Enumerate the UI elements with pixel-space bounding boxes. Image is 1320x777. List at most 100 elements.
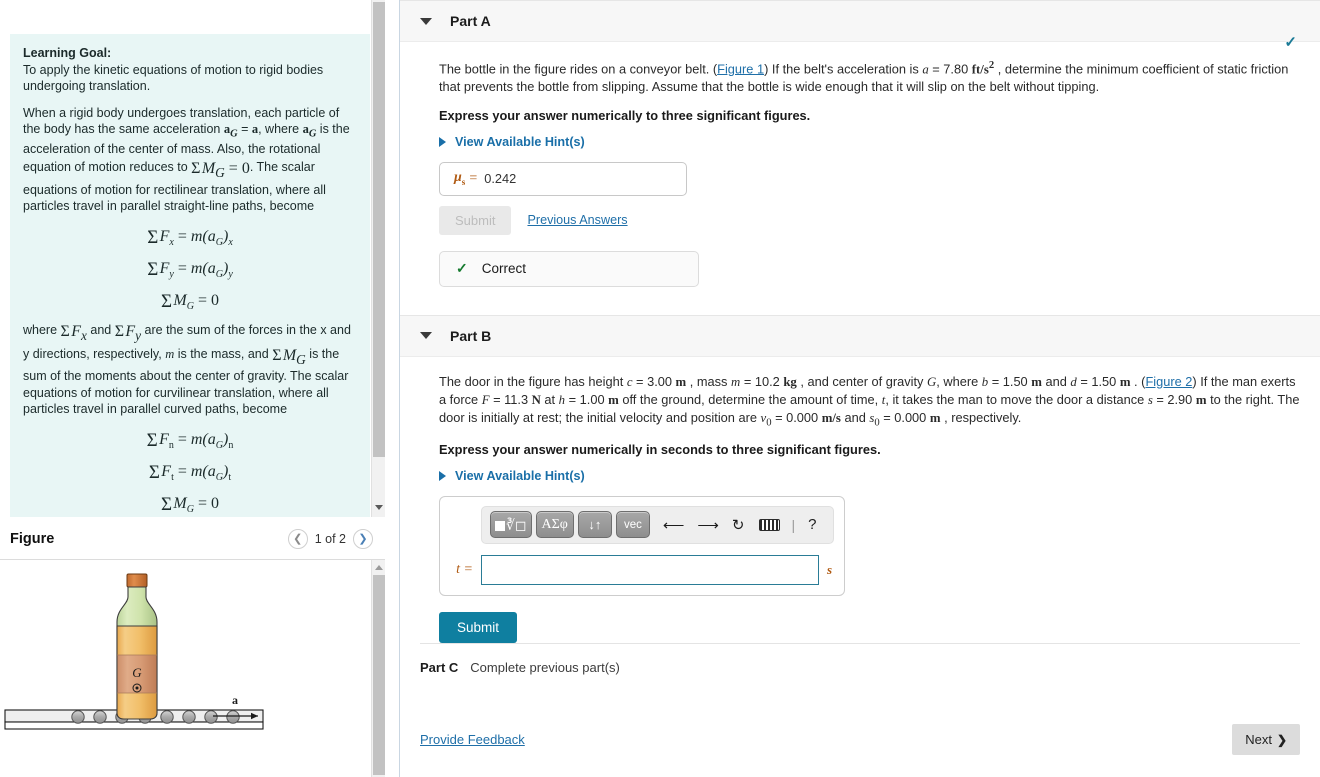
part-a-question: The bottle in the figure rides on a conv…	[439, 58, 1300, 97]
pb-22: , respectively.	[940, 409, 1022, 425]
p1-c: , where	[258, 122, 303, 136]
part-b-question: The door in the figure has height c = 3.…	[439, 373, 1300, 431]
arrows-button[interactable]: ↓↑	[577, 511, 612, 539]
part-c-row: Part C Complete previous part(s)	[420, 642, 1300, 675]
part-c-status-text: Complete previous part(s)	[470, 659, 620, 675]
pb-G: G	[927, 374, 937, 389]
intro-scroll-region: Learning Goal: To apply the kinetic equa…	[0, 0, 385, 517]
part-a-header[interactable]: Part A ✓	[400, 0, 1320, 51]
p2-d: is the mass, and	[174, 346, 273, 361]
pb-3: , mass	[686, 373, 732, 389]
figure-scroll-up-arrow-icon[interactable]	[375, 565, 383, 570]
pa-units: ft/s	[971, 62, 989, 77]
sum-Fx-inline: Σ Fx	[60, 322, 87, 343]
pa-q2: ) If the belt's acceleration is	[764, 61, 923, 77]
intro-paragraph-1: When a rigid body undergoes translation,…	[23, 105, 357, 215]
part-b-body: The door in the figure has height c = 3.…	[400, 357, 1320, 643]
pb-21: = 0.000	[879, 409, 930, 425]
p2-b: and	[86, 322, 115, 337]
part-a-answer-value: 0.242	[484, 171, 517, 187]
scroll-down-arrow-icon[interactable]	[375, 505, 383, 510]
figure-2-link[interactable]: Figure 2	[1145, 374, 1192, 389]
pb-12: = 11.3	[489, 391, 532, 407]
figure-label-a: a	[232, 693, 238, 707]
part-b-submit-button[interactable]: Submit	[439, 611, 518, 643]
part-a-label: Part A	[450, 13, 491, 29]
mu-symbol: μs	[454, 170, 466, 187]
greek-letters-button[interactable]: ΑΣφ	[535, 511, 574, 539]
previous-answers-link[interactable]: Previous Answers	[527, 213, 627, 227]
next-button[interactable]: Next ❯	[1232, 724, 1300, 755]
pb-15: off the ground, determine the amount of …	[618, 391, 882, 407]
pb-m1: m	[675, 374, 687, 389]
part-a-hints-toggle[interactable]: View Available Hint(s)	[439, 135, 1300, 149]
part-a-submit-row: Submit Previous Answers	[439, 205, 1300, 235]
figure-nav: ❮ 1 of 2 ❯	[287, 529, 373, 549]
intro-scrollbar-thumb[interactable]	[373, 2, 385, 457]
keyboard-icon[interactable]	[758, 518, 780, 531]
pb-17: = 2.90	[1152, 391, 1196, 407]
vector-button[interactable]: vec	[615, 511, 650, 539]
figure-prev-button[interactable]: ❮	[287, 529, 308, 549]
equation-sum-Fx: Σ Fx = m(aG)x	[147, 226, 233, 248]
pb-F: F	[481, 392, 490, 407]
pb-14: = 1.00	[565, 391, 609, 407]
p2-a: where	[23, 322, 61, 337]
caret-down-icon[interactable]	[420, 17, 432, 25]
part-b-answer-widget: ∛◻ ΑΣφ ↓↑ vec ⟵ ⟶ ↻ | ? t = s	[439, 495, 845, 596]
pb-13: at	[540, 391, 559, 407]
caret-down-icon[interactable]	[420, 332, 432, 340]
part-a-answer-field[interactable]: μs = 0.242	[439, 161, 687, 196]
pb-16: , it takes the man to move the door a di…	[885, 391, 1148, 407]
part-b-hints-toggle[interactable]: View Available Hint(s)	[439, 469, 1300, 483]
pb-9: = 1.50	[1076, 373, 1120, 389]
redo-arrow-icon[interactable]: ⟶	[697, 516, 719, 534]
provide-feedback-link[interactable]: Provide Feedback	[420, 732, 525, 747]
figure-next-button[interactable]: ❯	[353, 529, 373, 549]
pb-2: = 3.00	[632, 373, 676, 389]
part-b-label: Part B	[450, 327, 492, 344]
toolbar-separator: |	[791, 516, 796, 533]
figure-1-link[interactable]: Figure 1	[717, 61, 764, 76]
check-icon: ✓	[1284, 34, 1297, 51]
left-panel: Learning Goal: To apply the kinetic equa…	[0, 0, 385, 777]
learning-goal-block: Learning Goal: To apply the kinetic equa…	[23, 45, 357, 95]
part-a-instruction: Express your answer numerically to three…	[439, 107, 811, 123]
equation-sum-MG-1: Σ MG = 0	[161, 290, 219, 312]
figure-counter: 1 of 2	[314, 532, 346, 546]
part-a-submit-button: Submit	[439, 205, 512, 235]
chevron-right-icon: ❯	[1276, 732, 1287, 747]
reset-circle-icon[interactable]: ↻	[732, 516, 745, 534]
pb-m3: m	[1119, 374, 1131, 389]
a-sub-G-bold-2: aG	[302, 122, 317, 140]
figure-scrollbar[interactable]	[371, 560, 385, 777]
part-a-body: The bottle in the figure rides on a conv…	[400, 42, 1320, 287]
figure-body: G a	[0, 559, 385, 777]
pa-q3: = 7.80	[928, 61, 972, 77]
bottle-graphic: G	[116, 573, 158, 720]
undo-arrow-icon[interactable]: ⟵	[663, 516, 685, 534]
pb-m2: m	[1031, 374, 1042, 389]
pb-5: , and center of gravity	[796, 373, 927, 389]
figure-label-G: G	[132, 665, 142, 680]
part-b-hints-label: View Available Hint(s)	[455, 468, 585, 483]
sum-MG-inline: Σ MG = 0	[191, 159, 250, 180]
equation-sum-MG-2: Σ MG = 0	[161, 493, 219, 516]
part-b-answer-input[interactable]	[481, 554, 819, 585]
learning-goal-text: To apply the kinetic equations of motion…	[23, 62, 324, 94]
right-panel: Part A ✓ The bottle in the figure rides …	[400, 0, 1320, 777]
intro-paragraph-2: where Σ Fx and Σ Fy are the sum of the f…	[23, 321, 357, 418]
learning-goal-box: Learning Goal: To apply the kinetic equa…	[10, 34, 370, 517]
square-root-template-icon[interactable]: ∛◻	[490, 511, 532, 539]
pb-10: . (	[1130, 373, 1146, 389]
help-icon[interactable]: ?	[808, 516, 816, 533]
part-b-header[interactable]: Part B	[400, 314, 1320, 357]
intro-scrollbar[interactable]	[371, 0, 385, 517]
part-b-instruction: Express your answer numerically in secon…	[439, 441, 881, 457]
figure-scrollbar-thumb[interactable]	[373, 575, 385, 775]
pb-7: = 1.50	[988, 373, 1032, 389]
pb-ms: m/s	[821, 410, 841, 425]
figure-title: Figure	[10, 531, 55, 547]
next-button-label: Next	[1245, 732, 1272, 747]
pb-4: = 10.2	[740, 373, 784, 389]
